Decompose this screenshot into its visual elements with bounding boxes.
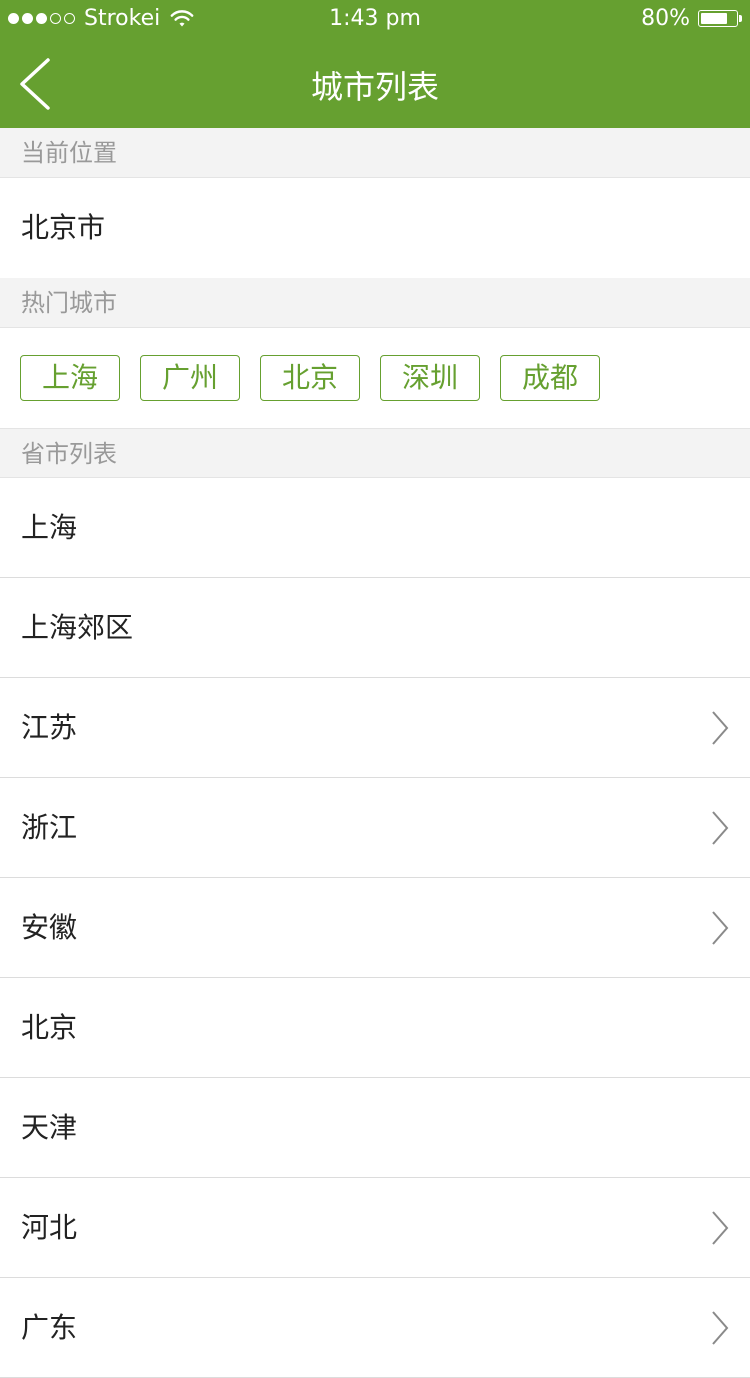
battery-percent: 80% [641,6,690,31]
province-row[interactable]: 安徽 [0,878,750,978]
province-row[interactable]: 天津 [0,1078,750,1178]
hot-city-chip[interactable]: 上海 [20,355,120,401]
province-name: 广东 [21,1311,78,1344]
chevron-right-icon [712,1211,729,1245]
province-name: 上海郊区 [21,611,134,644]
section-header-hot: 热门城市 [0,278,750,328]
province-row[interactable]: 上海 [0,478,750,578]
province-name: 上海 [21,511,78,544]
page-title: 城市列表 [310,68,439,106]
hot-city-chip[interactable]: 广州 [140,355,240,401]
battery-icon [698,10,738,27]
status-bar: Strokei 1:43 pm 80% [0,0,750,40]
hot-city-chip[interactable]: 成都 [500,355,600,401]
province-row[interactable]: 广东 [0,1278,750,1378]
status-right: 80% [641,6,742,31]
hot-city-chip[interactable]: 北京 [260,355,360,401]
province-row[interactable]: 浙江 [0,778,750,878]
province-row[interactable]: 上海郊区 [0,578,750,678]
province-row[interactable]: 北京 [0,978,750,1078]
province-name: 河北 [21,1211,78,1244]
province-row[interactable]: 江苏 [0,678,750,778]
nav-bar: Strokei 1:43 pm 80% 城市列表 [0,0,750,128]
current-location-city[interactable]: 北京市 [0,178,750,278]
province-name: 天津 [21,1111,78,1144]
hot-city-chip[interactable]: 深圳 [380,355,480,401]
chevron-right-icon [712,811,729,845]
battery-level [701,13,728,24]
section-header-current: 当前位置 [0,128,750,178]
status-time: 1:43 pm [329,6,421,31]
battery-tip [739,15,742,22]
province-name: 北京 [21,1011,78,1044]
chevron-right-icon [712,711,729,745]
province-name: 浙江 [21,811,78,844]
hot-cities-row: 上海 广州 北京 深圳 成都 [0,328,750,428]
province-name: 江苏 [21,711,78,744]
province-name: 安徽 [21,911,78,944]
section-header-province: 省市列表 [0,428,750,478]
province-row[interactable]: 河北 [0,1178,750,1278]
chevron-right-icon [712,1311,729,1345]
chevron-right-icon [712,911,729,945]
province-list: 上海上海郊区江苏浙江安徽北京天津河北广东 [0,478,750,1378]
